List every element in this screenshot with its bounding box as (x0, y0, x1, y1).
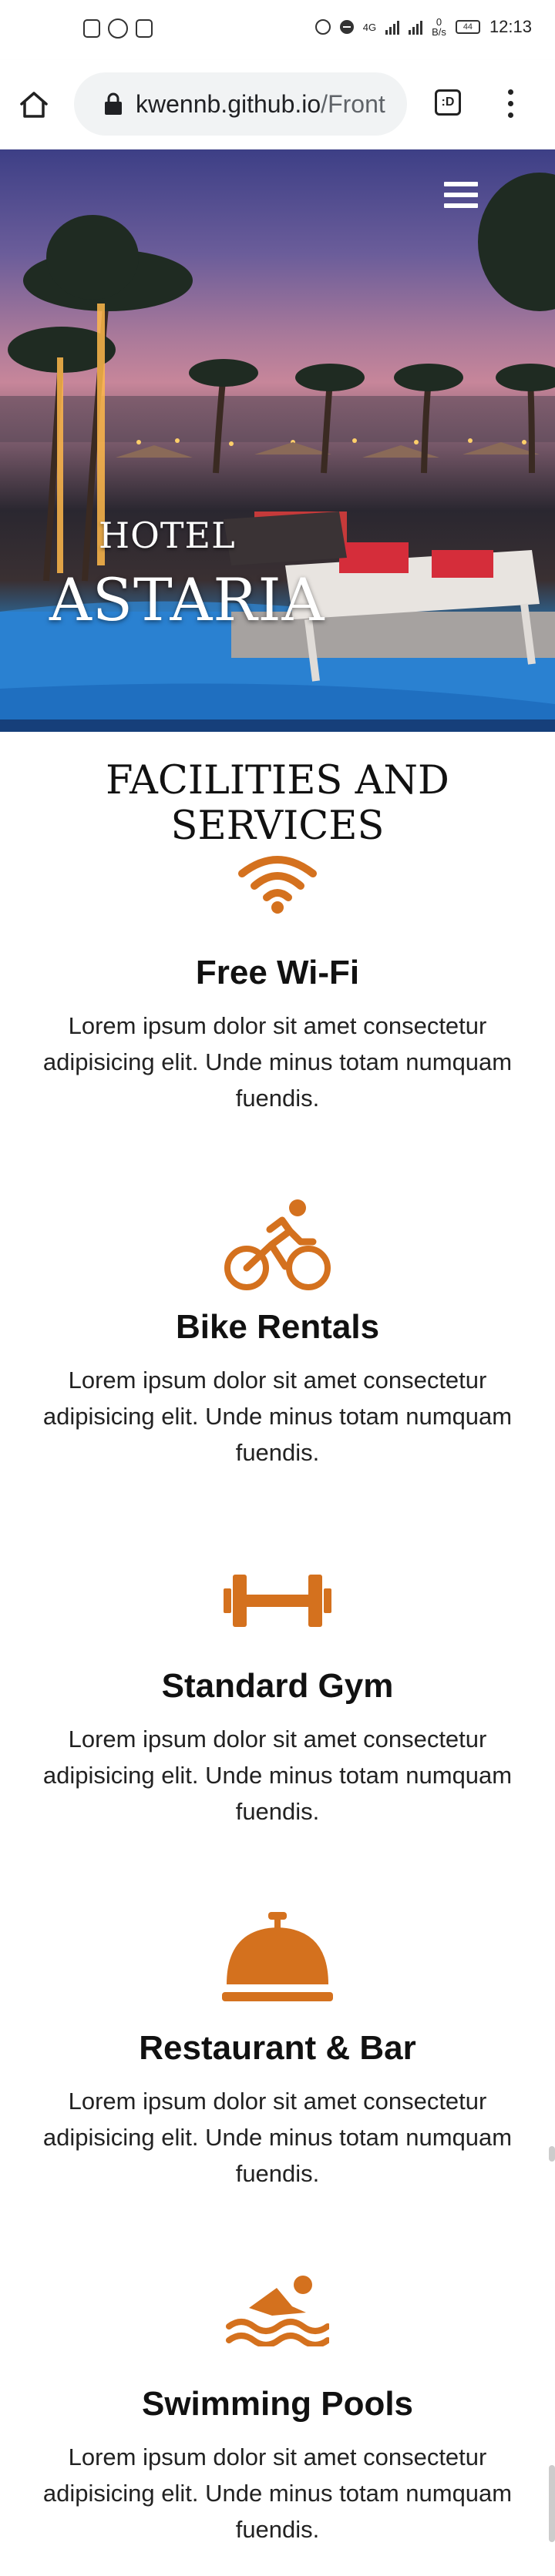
facility-item-restaurant: Restaurant & Bar Lorem ipsum dolor sit a… (0, 1912, 555, 2187)
url-host: kwennb.github.io (136, 89, 321, 118)
url-path: /Front (321, 89, 385, 118)
facility-item-pools: Swimming Pools Lorem ipsum dolor sit ame… (0, 2272, 555, 2543)
alarm-icon (314, 19, 331, 35)
network-type: 4G (362, 21, 377, 33)
status-bar: 4G 0 B/s 44 12:13 (0, 0, 555, 60)
status-indicators: 4G 0 B/s 44 12:13 (314, 17, 532, 37)
concierge-bell-icon (222, 1912, 333, 2001)
more-options-icon[interactable] (501, 89, 520, 120)
network-speed: 0 B/s (432, 17, 446, 37)
address-bar[interactable]: kwennb.github.io/Front (74, 72, 407, 136)
status-notification-icons (83, 18, 153, 39)
clock: 12:13 (489, 17, 532, 36)
facility-title: Standard Gym (161, 1667, 394, 1705)
facility-description: Lorem ipsum dolor sit amet consectetur a… (42, 2444, 513, 2543)
scrollbar-track[interactable] (549, 2465, 555, 2542)
facilities-heading: FACILITIES AND SERVICES (106, 758, 449, 849)
battery-saver-icon (83, 19, 100, 38)
browser-toolbar: kwennb.github.io/Front :D (0, 60, 555, 149)
app-notification-icon (108, 18, 128, 39)
do-not-disturb-icon (339, 20, 354, 34)
hero-title: ASTARIA (49, 565, 325, 634)
home-icon[interactable] (17, 88, 51, 122)
hero-subtitle: HOTEL (99, 515, 236, 556)
facility-description: Lorem ipsum dolor sit amet consectetur a… (42, 2088, 513, 2187)
facility-title: Bike Rentals (175, 1308, 380, 1346)
bicycle-icon (224, 1199, 331, 1290)
network-speed-unit: B/s (432, 26, 446, 38)
scrollbar-thumb[interactable] (549, 2146, 555, 2162)
swimmer-icon (226, 2276, 329, 2346)
dumbbell-icon (224, 1575, 331, 1627)
facility-item-wifi: Free Wi-Fi Lorem ipsum dolor sit amet co… (0, 854, 555, 1112)
facility-item-gym: Standard Gym Lorem ipsum dolor sit amet … (0, 1571, 555, 1825)
hero-banner: HOTEL ASTARIA (0, 149, 555, 732)
facility-description: Lorem ipsum dolor sit amet consectetur a… (42, 1012, 513, 1112)
signal-icon (385, 19, 400, 35)
wifi-icon (238, 856, 317, 914)
tabs-button[interactable]: :D (435, 89, 461, 116)
url-text: kwennb.github.io/Front (136, 90, 398, 119)
hamburger-menu-icon[interactable] (444, 182, 478, 211)
facility-description: Lorem ipsum dolor sit amet consectetur a… (42, 1726, 513, 1825)
office-app-icon (136, 19, 153, 38)
facility-title: Restaurant & Bar (139, 2029, 416, 2067)
facility-title: Swimming Pools (141, 2385, 414, 2423)
facility-description: Lorem ipsum dolor sit amet consectetur a… (42, 1367, 513, 1466)
facility-item-bike: Bike Rentals Lorem ipsum dolor sit amet … (0, 1199, 555, 1466)
lock-icon (105, 92, 122, 115)
hero-image (0, 173, 555, 732)
facility-title: Free Wi-Fi (195, 954, 360, 991)
signal-icon-2 (409, 19, 423, 35)
battery-icon: 44 (455, 20, 480, 34)
